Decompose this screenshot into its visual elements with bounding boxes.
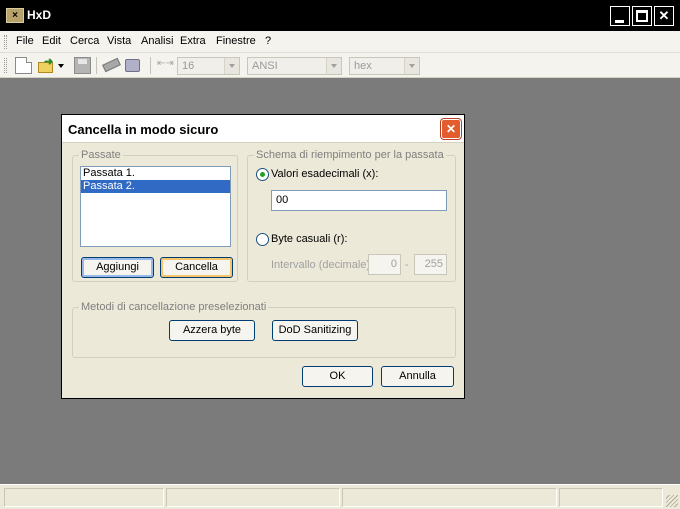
offset-base-select[interactable]: hex [349,57,420,75]
dialog-title: Cancella in modo sicuro [68,122,219,137]
menu-windows[interactable]: Finestre [216,35,256,47]
bytes-per-row-select[interactable]: 16 [177,57,240,75]
status-panel [342,488,557,507]
menu-extra[interactable]: Extra [180,35,206,47]
preset-methods-group: Metodi di cancellazione preselezionati A… [72,301,456,358]
random-bytes-radio[interactable] [256,233,269,246]
bytes-per-row-icon: ⇤⇥ [157,58,174,69]
dialog-close-button[interactable] [441,119,461,139]
chevron-down-icon [224,58,239,74]
window-title: HxD [27,8,52,22]
hxd-window: × HxD File Edit Cerca Vista Analisi Extr… [0,0,680,509]
menu-bar: File Edit Cerca Vista Analisi Extra Fine… [0,31,680,53]
range-max-input[interactable]: 255 [414,254,447,275]
status-bar [0,484,680,509]
hxd-logo-icon: × [6,8,24,23]
resize-grip[interactable] [666,495,678,507]
menu-file[interactable]: File [16,35,34,47]
menu-help[interactable]: ? [265,35,271,47]
new-file-icon[interactable] [15,57,32,74]
chevron-down-icon [404,58,419,74]
toolbar: ➜ ⇤⇥ 16 ANSI hex [0,53,680,78]
window-titlebar[interactable]: × HxD [0,0,680,31]
dod-sanitizing-button[interactable]: DoD Sanitizing [272,320,358,341]
cancel-button[interactable]: Annulla [381,366,454,387]
chevron-down-icon [326,58,341,74]
range-separator: - [405,259,409,271]
toolbar-grip[interactable] [4,58,7,73]
fill-scheme-group: Schema di riempimento per la passata Val… [247,149,456,282]
status-panel [4,488,164,507]
menu-analysis[interactable]: Analisi [141,35,173,47]
bytes-per-row-value: 16 [182,60,195,72]
menubar-grip[interactable] [4,35,7,49]
charset-value: ANSI [252,60,278,72]
charset-select[interactable]: ANSI [247,57,342,75]
menu-edit[interactable]: Edit [42,35,61,47]
toolbar-separator [96,57,97,74]
list-item-pass-1[interactable]: Passata 1. [81,167,230,180]
open-ram-icon[interactable] [102,57,121,74]
fill-scheme-legend: Schema di riempimento per la passata [254,149,446,161]
save-icon[interactable] [74,57,91,74]
ok-button[interactable]: OK [302,366,373,387]
range-min-input[interactable]: 0 [368,254,401,275]
delete-pass-button[interactable]: Cancella [160,257,233,278]
status-panel [559,488,663,507]
secure-wipe-dialog: Cancella in modo sicuro Passate Passata … [61,114,465,399]
add-pass-button[interactable]: Aggiungi [81,257,154,278]
minimize-button[interactable] [610,6,630,26]
offset-base-value: hex [354,60,372,72]
random-bytes-label[interactable]: Byte casuali (r): [271,233,347,245]
open-disk-icon[interactable] [124,57,141,74]
menu-view[interactable]: Vista [107,35,131,47]
range-label: Intervallo (decimale): [271,259,374,271]
open-file-icon[interactable]: ➜ [38,56,55,74]
list-item-pass-2[interactable]: Passata 2. [81,180,230,193]
close-window-button[interactable] [654,6,674,26]
zero-bytes-button[interactable]: Azzera byte [169,320,255,341]
passes-list[interactable]: Passata 1. Passata 2. [80,166,231,247]
toolbar-separator [150,57,151,74]
preset-methods-legend: Metodi di cancellazione preselezionati [79,301,269,313]
menu-search[interactable]: Cerca [70,35,99,47]
maximize-button[interactable] [632,6,652,26]
status-panel [166,488,340,507]
hex-values-radio[interactable] [256,168,269,181]
passes-group: Passate Passata 1. Passata 2. Aggiungi C… [72,149,238,282]
dialog-titlebar[interactable]: Cancella in modo sicuro [62,115,464,143]
chevron-down-icon[interactable] [58,57,65,74]
passes-legend: Passate [79,149,123,161]
hex-value-input[interactable]: 00 [271,190,447,211]
hex-values-label[interactable]: Valori esadecimali (x): [271,168,378,180]
